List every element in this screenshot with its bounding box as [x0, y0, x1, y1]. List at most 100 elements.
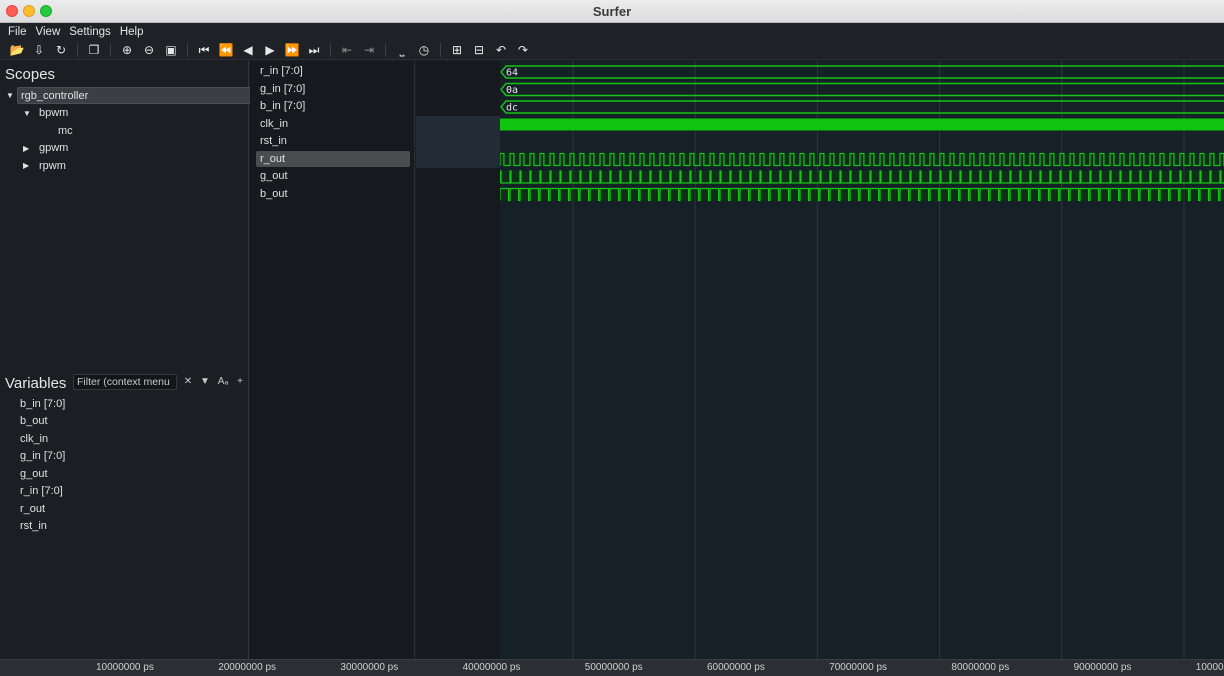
variable-item[interactable]: g_in [7:0]	[20, 448, 65, 465]
time-tick-label: 90000000 ps	[1073, 662, 1132, 673]
scope-label: gpwm	[39, 142, 69, 154]
signal-name-r-in[interactable]: r_in [7:0]	[256, 63, 410, 79]
signal-name-g-out[interactable]: g_out	[256, 168, 410, 184]
signal-name-g-in[interactable]: g_in [7:0]	[256, 81, 410, 97]
clock-signal-fill	[500, 118, 1224, 131]
case-sensitive-icon[interactable]: Aₐ	[216, 374, 230, 388]
clock-button[interactable]: ◷	[413, 41, 435, 59]
time-tick-label: 80000000 ps	[951, 662, 1010, 673]
collapse-button[interactable]: ⊟	[468, 41, 490, 59]
scope-item-rpwm[interactable]: ▶ rpwm	[23, 157, 66, 174]
waveform-view[interactable]: 64 0a dc	[500, 61, 1224, 659]
next-transition-button[interactable]: ⇥	[358, 41, 380, 59]
expanded-arrow-icon[interactable]: ▼	[6, 91, 16, 100]
next-transition-icon: ⇥	[363, 42, 375, 57]
scope-item-bpwm[interactable]: ▼ bpwm	[23, 105, 68, 122]
close-window-button[interactable]	[6, 5, 18, 17]
time-tick-label: 50000000 ps	[584, 662, 643, 673]
expand-icon: ⊞	[451, 42, 463, 57]
clock-icon: ◷	[418, 42, 430, 57]
time-tick-label: 70000000 ps	[829, 662, 888, 673]
go-to-start-button[interactable]: ⏮	[193, 41, 215, 59]
collapsed-arrow-icon[interactable]: ▶	[23, 161, 33, 170]
minimize-window-button[interactable]	[23, 5, 35, 17]
maximize-window-button[interactable]	[40, 5, 52, 17]
zoom-fit-icon: ▣	[165, 42, 177, 57]
fast-forward-icon: ⏩	[284, 42, 300, 57]
copy-button[interactable]: ❐	[83, 41, 105, 59]
variable-item[interactable]: rst_in	[20, 518, 47, 535]
reload-icon: ↻	[55, 42, 67, 57]
zoom-fit-button[interactable]: ▣	[160, 41, 182, 59]
menu-bar: File View Settings Help	[0, 23, 1224, 40]
scope-item-rgb-controller[interactable]: ▼ rgb_controller	[6, 87, 252, 104]
undo-button[interactable]: ↶	[490, 41, 512, 59]
play-button[interactable]: ▶	[259, 41, 281, 59]
waveform-canvas[interactable]: 64 0a dc	[500, 61, 1224, 659]
scopes-panel: Scopes ▼ rgb_controller ▼ bpwm mc ▶ gpwm ▶ rpwm	[0, 61, 252, 369]
variable-filter-input[interactable]: Filter (context menu	[73, 374, 177, 390]
step-back-button[interactable]: ◀	[237, 41, 259, 59]
expanded-arrow-icon[interactable]: ▼	[23, 109, 33, 118]
open-folder-icon: 📂	[9, 42, 25, 57]
time-tick-label: 10000000 ps	[96, 662, 154, 673]
signal-names-column: r_in [7:0] g_in [7:0] b_in [7:0] clk_in rst_…	[250, 61, 415, 659]
variable-item[interactable]: b_in [7:0]	[20, 395, 65, 412]
toolbar: 📂 ⇩ ↻ ❐ ⊕ ⊖ ▣ ⏮ ⏪ ◀ ▶ ⏩ ⏭ ⇤ ⇥ ⎵ ◷ ⊞ ⊟ ↶ ↷	[0, 40, 1224, 60]
open-folder-button[interactable]: 📂	[6, 41, 28, 59]
scope-label: rgb_controller	[21, 89, 89, 102]
pwm-signal-background	[500, 153, 1224, 166]
prev-transition-button[interactable]: ⇤	[336, 41, 358, 59]
toolbar-separator	[330, 42, 331, 57]
signal-name-rst-in[interactable]: rst_in	[256, 133, 410, 149]
variable-item[interactable]: b_out	[20, 413, 48, 430]
menu-help[interactable]: Help	[120, 26, 144, 38]
menu-settings[interactable]: Settings	[69, 26, 111, 38]
bus-signal-shape	[500, 82, 1224, 97]
variable-item[interactable]: clk_in	[20, 430, 48, 447]
scope-label: mc	[58, 124, 73, 137]
download-button[interactable]: ⇩	[28, 41, 50, 59]
menu-file[interactable]: File	[8, 26, 27, 38]
zoom-in-button[interactable]: ⊕	[116, 41, 138, 59]
values-highlight	[416, 116, 500, 168]
time-tick-label: 60000000 ps	[707, 662, 765, 673]
go-to-end-button[interactable]: ⏭	[303, 41, 325, 59]
add-variable-icon[interactable]: +	[233, 374, 247, 388]
reload-button[interactable]: ↻	[50, 41, 72, 59]
filter-icon[interactable]: ▼	[198, 374, 212, 388]
window-title: Surfer	[592, 3, 632, 19]
time-tick-label: 20000000 ps	[218, 662, 277, 673]
expand-button[interactable]: ⊞	[446, 41, 468, 59]
variables-heading: Variables	[5, 375, 67, 392]
spacer-icon: ⎵	[399, 42, 405, 57]
variable-item[interactable]: r_in [7:0]	[20, 483, 63, 500]
fast-forward-button[interactable]: ⏩	[281, 41, 303, 59]
signal-name-b-in[interactable]: b_in [7:0]	[256, 98, 410, 114]
variable-item[interactable]: g_out	[20, 465, 48, 482]
scope-item-gpwm[interactable]: ▶ gpwm	[23, 140, 68, 157]
zoom-out-button[interactable]: ⊖	[138, 41, 160, 59]
spacer-button[interactable]: ⎵	[391, 41, 413, 59]
scope-item-mc[interactable]: mc	[38, 122, 73, 139]
menu-view[interactable]: View	[36, 26, 61, 38]
timeline-axis: 10000000 ps 20000000 ps 30000000 ps 4000000…	[0, 659, 1224, 676]
redo-icon: ↷	[517, 42, 529, 57]
signal-name-r-out[interactable]: r_out	[256, 150, 410, 167]
variables-panel: Variables Filter (context menu ✕ ▼ Aₐ + …	[0, 369, 249, 659]
bus-signal-shape	[500, 100, 1224, 114]
variable-item[interactable]: r_out	[20, 500, 45, 517]
time-tick-label: 100000000 ps	[1195, 662, 1224, 673]
clear-filter-icon[interactable]: ✕	[181, 374, 195, 388]
fast-rewind-button[interactable]: ⏪	[215, 41, 237, 59]
signal-name-clk-in[interactable]: clk_in	[256, 116, 410, 132]
collapsed-arrow-icon[interactable]: ▶	[23, 144, 33, 153]
scopes-heading: Scopes	[5, 66, 56, 83]
step-back-icon: ◀	[243, 42, 253, 57]
bus-signal-shape	[500, 65, 1224, 79]
toolbar-separator	[110, 42, 111, 57]
go-to-end-icon: ⏭	[308, 42, 320, 57]
signal-name-b-out[interactable]: b_out	[256, 186, 410, 202]
redo-button[interactable]: ↷	[512, 41, 534, 59]
zoom-in-icon: ⊕	[121, 42, 133, 57]
